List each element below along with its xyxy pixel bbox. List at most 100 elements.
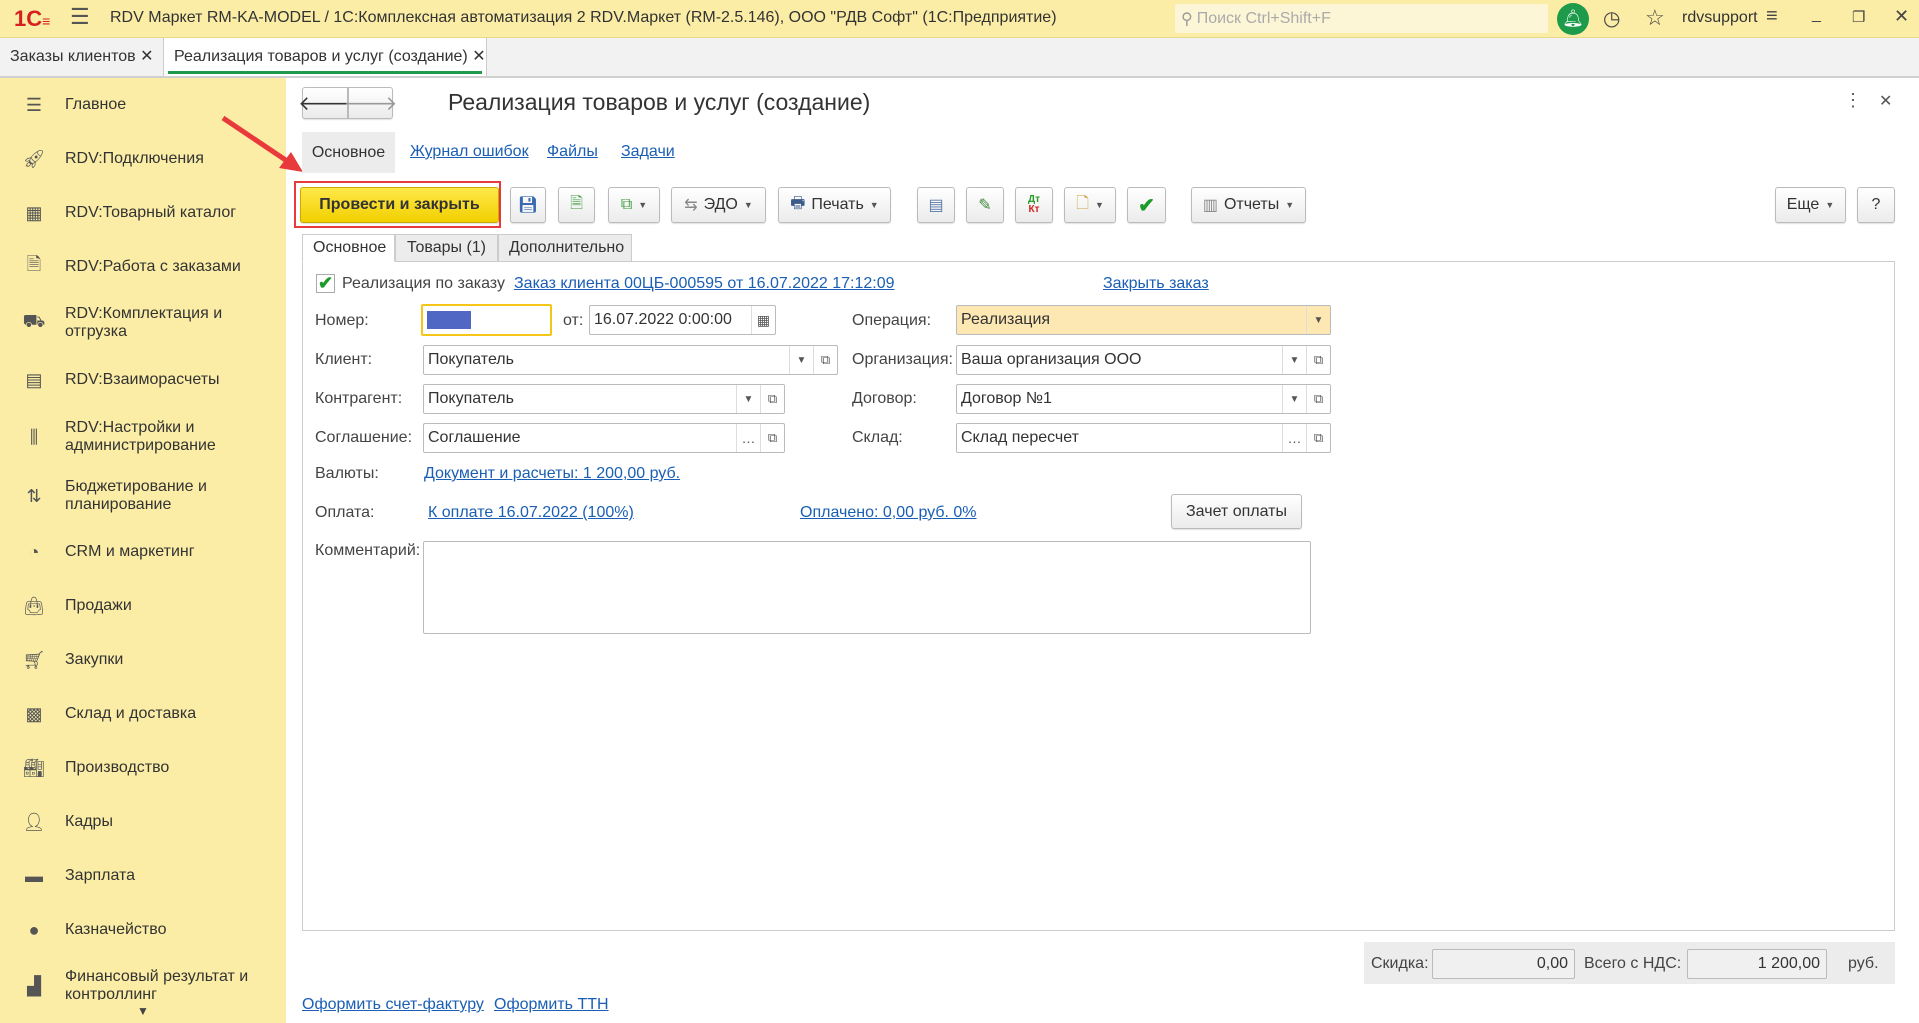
paid-link[interactable]: Оплачено: 0,00 руб. 0%	[800, 504, 977, 522]
payment-offset-button[interactable]: Зачет оплаты	[1171, 494, 1302, 529]
section-tasks[interactable]: Задачи	[621, 143, 675, 161]
reports-button[interactable]: ▥ Отчеты ▼	[1191, 187, 1306, 223]
open-icon[interactable]: ⧉	[760, 424, 784, 452]
section-files[interactable]: Файлы	[547, 143, 598, 161]
create-based-on-button[interactable]: ⧉ ▼	[608, 187, 660, 223]
structure-icon[interactable]: ▤	[917, 187, 955, 223]
dropdown-icon[interactable]: ▼	[1306, 306, 1330, 334]
restore-icon[interactable]: ❐	[1852, 8, 1865, 26]
attachments-button[interactable]: 🗋 ▼	[1064, 187, 1116, 223]
edo-label: ЭДО	[703, 196, 738, 213]
calendar-icon[interactable]: ▦	[751, 306, 775, 334]
settings-menu-icon[interactable]: ≡	[1766, 5, 1778, 28]
currency-label: Валюты:	[315, 465, 379, 482]
section-main[interactable]: Основное	[302, 132, 395, 173]
edit-history-icon[interactable]: ✎	[966, 187, 1004, 223]
comment-input[interactable]	[423, 541, 1311, 634]
edo-button[interactable]: ⇆ ЭДО ▼	[671, 187, 766, 223]
edo-icon: ⇆	[684, 197, 698, 214]
tab-goods[interactable]: Товары (1)	[395, 234, 498, 262]
close-form-icon[interactable]: ✕	[1879, 91, 1892, 111]
total-value: 1 200,00	[1687, 949, 1827, 979]
window-tab-orders[interactable]: Заказы клиентов ✕	[0, 38, 163, 76]
post-and-close-button[interactable]: Провести и закрыть	[300, 187, 499, 223]
date-label: от:	[563, 312, 584, 329]
order-link[interactable]: Заказ клиента 00ЦБ-000595 от 16.07.2022 …	[514, 275, 895, 293]
check-icon[interactable]: ✔	[1127, 187, 1166, 223]
open-icon[interactable]: ⧉	[1306, 346, 1330, 374]
open-icon[interactable]: ⧉	[813, 346, 837, 374]
tab-additional[interactable]: Дополнительно	[498, 234, 632, 262]
back-button[interactable]: 🡐	[298, 87, 352, 119]
organization-input[interactable]: Ваша организация ООО ▼ ⧉	[956, 345, 1331, 375]
main-menu-icon[interactable]: ☰	[70, 4, 90, 30]
sidebar-item-orders[interactable]: 🗎 RDV:Работа с заказами	[0, 242, 286, 292]
create-invoice-link[interactable]: Оформить счет-фактуру	[302, 996, 484, 1014]
section-error-log[interactable]: Журнал ошибок	[410, 143, 529, 161]
payment-link[interactable]: К оплате 16.07.2022 (100%)	[428, 504, 634, 522]
warehouse-input[interactable]: Склад пересчет … ⧉	[956, 423, 1331, 453]
redacted-number	[427, 311, 471, 329]
more-label: Еще	[1786, 196, 1820, 213]
select-ellipsis-icon[interactable]: …	[1282, 424, 1306, 452]
dropdown-icon[interactable]: ▼	[1282, 346, 1306, 374]
sidebar-item-budget[interactable]: ⇅ Бюджетирование и планирование	[0, 471, 286, 521]
currency-link[interactable]: Документ и расчеты: 1 200,00 руб.	[424, 465, 680, 483]
user-name[interactable]: rdvsupport	[1682, 9, 1758, 27]
sidebar-item-settlements[interactable]: ▤ RDV:Взаиморасчеты	[0, 355, 286, 405]
agreement-input[interactable]: Соглашение … ⧉	[423, 423, 785, 453]
dropdown-icon[interactable]: ▼	[1282, 385, 1306, 413]
sidebar-item-crm[interactable]: ◔ CRM и маркетинг	[0, 527, 286, 577]
select-ellipsis-icon[interactable]: …	[736, 424, 760, 452]
date-input[interactable]: 16.07.2022 0:00:00 ▦	[589, 305, 776, 335]
sidebar-item-catalog[interactable]: ▦ RDV:Товарный каталог	[0, 188, 286, 238]
sidebar-item-settings[interactable]: ⫼ RDV:Настройки и администрирование	[0, 412, 286, 462]
open-icon[interactable]: ⧉	[1306, 385, 1330, 413]
tab-main[interactable]: Основное	[302, 234, 395, 262]
close-window-icon[interactable]: ✕	[1894, 6, 1909, 27]
more-button[interactable]: Еще ▼	[1775, 187, 1846, 223]
client-input[interactable]: Покупатель ▼ ⧉	[423, 345, 838, 375]
date-value: 16.07.2022 0:00:00	[594, 311, 732, 328]
sidebar-item-sales[interactable]: 👜︎ Продажи	[0, 581, 286, 631]
sidebar-scroll-down-icon[interactable]: ▼	[0, 1000, 286, 1023]
window-tab-sale[interactable]: Реализация товаров и услуг (создание) ✕	[163, 38, 487, 76]
create-ttn-link[interactable]: Оформить ТТН	[494, 996, 609, 1014]
sidebar-item-salary[interactable]: ▬ Зарплата	[0, 851, 286, 901]
favorites-star-icon[interactable]: ☆	[1645, 5, 1665, 31]
contract-input[interactable]: Договор №1 ▼ ⧉	[956, 384, 1331, 414]
history-icon[interactable]: ◷	[1603, 6, 1620, 31]
help-button[interactable]: ?	[1857, 187, 1895, 223]
sidebar-item-production[interactable]: 🏭︎ Производство	[0, 743, 286, 793]
sidebar-item-hr[interactable]: 👤︎ Кадры	[0, 797, 286, 847]
close-tab-icon[interactable]: ✕	[140, 48, 153, 65]
client-label: Клиент:	[315, 351, 373, 368]
forward-button[interactable]: 🡒	[344, 87, 397, 119]
sidebar-item-treasury[interactable]: ● Казначейство	[0, 905, 286, 955]
operation-select[interactable]: Реализация ▼	[956, 305, 1331, 335]
open-icon[interactable]: ⧉	[1306, 424, 1330, 452]
discount-label: Скидка:	[1371, 955, 1429, 972]
print-button[interactable]: 🖶 Печать ▼	[778, 187, 891, 223]
more-actions-icon[interactable]: ⋮	[1844, 90, 1862, 111]
post-document-icon[interactable]: 🗎	[558, 187, 595, 223]
minimize-icon[interactable]: _	[1812, 6, 1821, 24]
counterparty-label: Контрагент:	[315, 390, 403, 407]
counterparty-input[interactable]: Покупатель ▼ ⧉	[423, 384, 785, 414]
client-value: Покупатель	[428, 351, 514, 368]
dt-kt-button[interactable]: Дт Кт	[1015, 187, 1053, 223]
sidebar-item-warehouse[interactable]: ▩ Склад и доставка	[0, 689, 286, 739]
notifications-bell-icon[interactable]: 🔔︎	[1557, 3, 1589, 35]
save-icon[interactable]: 💾︎	[510, 187, 546, 223]
dropdown-icon[interactable]: ▼	[789, 346, 813, 374]
search-input[interactable]: ⚲ Поиск Ctrl+Shift+F	[1175, 4, 1548, 33]
close-order-link[interactable]: Закрыть заказ	[1103, 275, 1209, 293]
sidebar-item-shipping[interactable]: ⛟ RDV:Комплектация и отгрузка	[0, 298, 286, 348]
dropdown-icon: ▼	[638, 200, 648, 210]
number-input[interactable]	[421, 304, 552, 336]
by-order-checkbox[interactable]: ✔	[316, 274, 335, 293]
dropdown-icon[interactable]: ▼	[736, 385, 760, 413]
sidebar-item-purchases[interactable]: 🛒︎ Закупки	[0, 635, 286, 685]
open-icon[interactable]: ⧉	[760, 385, 784, 413]
close-tab-icon[interactable]: ✕	[472, 48, 485, 65]
